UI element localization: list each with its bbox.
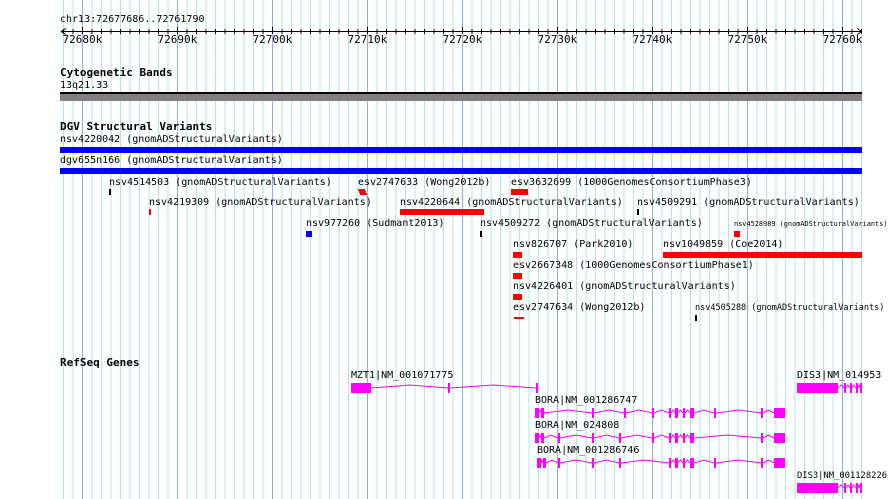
exon: [856, 483, 858, 493]
intron-line: [693, 434, 762, 439]
intron-line: [845, 384, 851, 389]
gene-model[interactable]: [535, 408, 785, 418]
exon: [669, 458, 671, 468]
intron-line: [545, 459, 559, 464]
intron-line: [857, 483, 861, 489]
intron-line: [857, 383, 861, 389]
exon: [619, 433, 621, 443]
exon: [761, 408, 763, 418]
exon: [856, 383, 858, 393]
intron-line: [620, 459, 670, 464]
intron-line: [538, 433, 542, 439]
intron-line: [684, 409, 691, 414]
exon: [675, 458, 678, 468]
intron-line: [543, 409, 593, 414]
exon: [351, 383, 371, 393]
exon: [669, 433, 671, 443]
exon: [558, 433, 560, 443]
intron-line: [851, 484, 857, 489]
intron-line: [653, 409, 670, 414]
intron-line: [762, 409, 775, 414]
exon: [683, 458, 685, 468]
exon: [619, 458, 621, 468]
exon: [537, 458, 541, 468]
intron-line: [593, 434, 620, 439]
intron-line: [670, 459, 676, 464]
exon: [592, 458, 594, 468]
intron-line: [715, 409, 762, 414]
exon: [860, 483, 862, 493]
gene-model[interactable]: [537, 458, 785, 468]
exon: [675, 433, 678, 443]
exon: [683, 433, 685, 443]
intron-line: [684, 434, 691, 439]
exon: [797, 483, 838, 493]
exon: [624, 408, 626, 418]
intron-line: [762, 459, 775, 464]
exon: [448, 383, 450, 393]
intron-line: [693, 409, 715, 414]
exon: [669, 408, 671, 418]
intron-line: [670, 434, 676, 439]
exon: [592, 408, 594, 418]
exon: [797, 383, 838, 393]
exon: [536, 383, 538, 393]
exon: [850, 483, 852, 493]
exon: [683, 408, 685, 418]
intron-line: [677, 459, 684, 464]
exon: [850, 383, 852, 393]
gene-model[interactable]: [351, 383, 538, 393]
intron-line: [693, 459, 715, 464]
intron-line: [851, 384, 857, 389]
exon: [761, 433, 763, 443]
intron-line: [837, 484, 845, 489]
intron-line: [540, 458, 544, 464]
exon: [761, 458, 763, 468]
exon: [541, 433, 544, 443]
exon: [675, 408, 678, 418]
intron-line: [620, 434, 653, 439]
intron-line: [449, 384, 537, 389]
gene-model[interactable]: [535, 433, 785, 443]
intron-line: [670, 409, 676, 414]
intron-line: [653, 434, 670, 439]
intron-line: [559, 459, 593, 464]
exon: [535, 433, 539, 443]
intron-line: [677, 434, 684, 439]
intron-line: [837, 384, 845, 389]
gene-model[interactable]: [797, 483, 862, 493]
exon: [690, 408, 694, 418]
intron-line: [677, 409, 684, 414]
exon: [543, 458, 546, 468]
intron-line: [684, 459, 691, 464]
exon: [592, 433, 594, 443]
exon: [714, 408, 716, 418]
exon: [535, 408, 539, 418]
intron-line: [593, 459, 620, 464]
exon: [774, 458, 785, 468]
intron-line: [845, 484, 851, 489]
intron-line: [593, 409, 625, 414]
intron-line: [543, 434, 559, 439]
intron-line: [538, 408, 542, 414]
exon: [774, 433, 785, 443]
intron-line: [559, 434, 593, 439]
exon: [652, 408, 654, 418]
exon: [652, 433, 654, 443]
exon: [774, 408, 785, 418]
gene-models[interactable]: [0, 0, 890, 499]
exon: [860, 383, 862, 393]
exon: [690, 458, 694, 468]
exon: [844, 483, 846, 493]
exon: [844, 383, 846, 393]
exon: [558, 458, 560, 468]
intron-line: [762, 434, 775, 439]
exon: [690, 433, 694, 443]
intron-line: [370, 384, 449, 389]
exon: [714, 458, 716, 468]
intron-line: [715, 459, 762, 464]
exon: [541, 408, 544, 418]
gene-model[interactable]: [797, 383, 862, 393]
intron-line: [625, 409, 653, 414]
